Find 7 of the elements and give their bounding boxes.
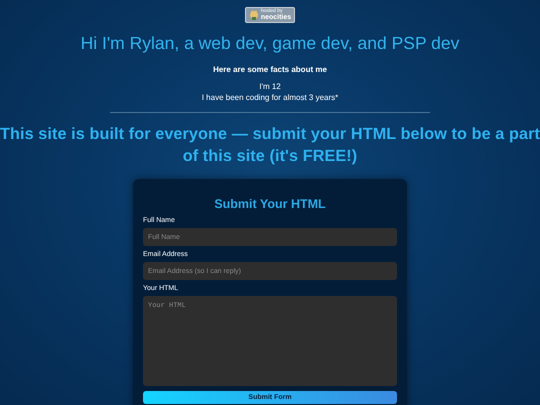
facts-title: Here are some facts about me	[213, 65, 327, 74]
fact-text: I have been coding for almost 3 years*	[202, 92, 338, 103]
form-title: Submit Your HTML	[213, 197, 327, 211]
fact-text: I'm 12	[259, 81, 281, 92]
cat-icon	[248, 10, 259, 20]
banner-heading: This site is built for everyone — submit your HTML below to be a part of this site (it's FREE!)	[0, 124, 540, 167]
page-heading: Hi I'm Rylan, a web dev, game dev, and PSP dev	[80, 33, 460, 54]
